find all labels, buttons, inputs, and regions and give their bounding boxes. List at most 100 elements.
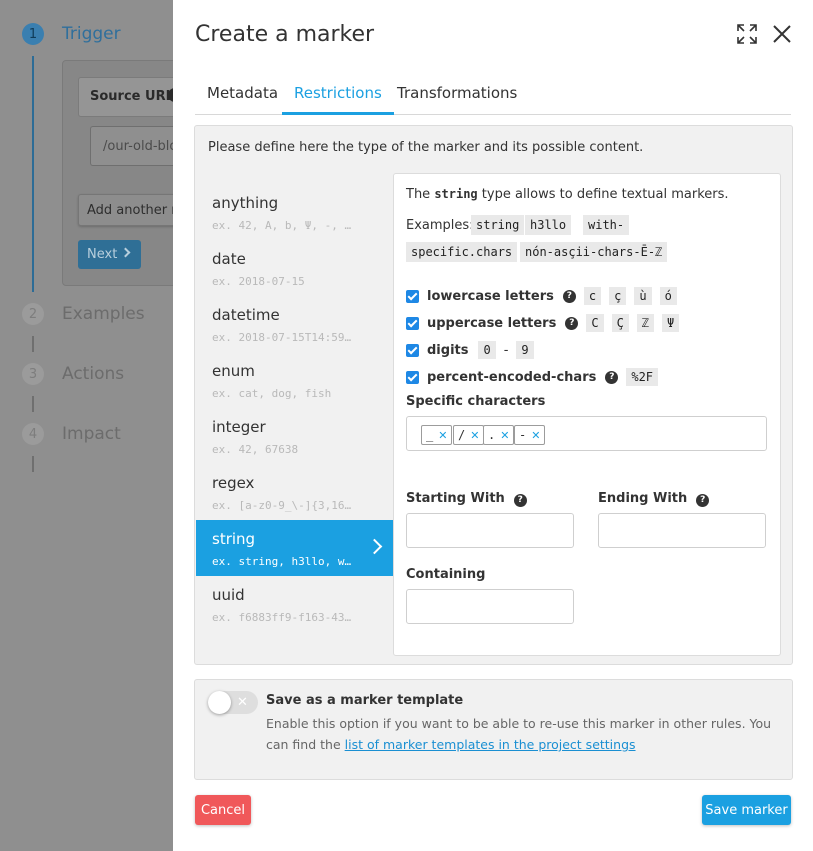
step-connector [32,396,34,412]
help-icon[interactable]: ? [696,494,710,507]
char-chip: ó [659,287,677,305]
percent-encoded-label: percent-encoded-chars [427,369,597,385]
next-button[interactable]: Next [78,240,141,269]
intro-text: The [406,187,435,202]
type-item-string[interactable]: string ex. string, h3llo, w… [196,520,393,576]
char-chip: 0 [478,341,496,359]
save-marker-button[interactable]: Save marker [702,795,791,825]
template-title: Save as a marker template [266,693,464,708]
type-item-datetime[interactable]: datetime ex. 2018-07-15T14:59… [196,296,393,352]
remove-tag-icon[interactable]: ✕ [500,429,509,442]
type-name: enum [212,362,255,380]
close-icon[interactable] [771,23,793,45]
type-example: ex. f6883ff9-f163-43… [212,611,352,624]
wizard-step-examples[interactable]: 2 Examples [22,303,145,325]
add-another-label: Add another re [87,203,185,218]
examples-label: Examples: [406,218,474,233]
modal-tabs: Metadata Restrictions Transformations [195,80,791,115]
type-name: uuid [212,586,245,604]
step-number: 3 [22,363,44,385]
tag-value: _ [426,428,434,442]
step-number: 1 [22,23,44,45]
restrictions-description: Please define here the type of the marke… [208,140,644,155]
remove-tag-icon[interactable]: ✕ [470,429,479,442]
uppercase-checkbox[interactable] [406,316,419,330]
lowercase-row: lowercase letters ? c ç ù ó [406,285,685,307]
restrictions-panel: Please define here the type of the marke… [194,125,793,665]
char-tag: . ✕ [483,425,515,445]
marker-template-section: ✕ Save as a marker template Enable this … [194,679,793,780]
remove-tag-icon[interactable]: ✕ [531,429,540,442]
intro-text: type allows to define textual markers. [477,187,729,202]
containing-input[interactable] [406,589,574,624]
chevron-right-icon [120,247,131,258]
digits-checkbox[interactable] [406,343,419,357]
type-example: ex. [a-z0-9_\-]{3,16… [212,499,352,512]
specific-characters-label: Specific characters [406,394,546,409]
type-item-uuid[interactable]: uuid ex. f6883ff9-f163-43… [196,576,393,632]
example-chip: h3llo [525,215,572,235]
help-icon[interactable]: ? [565,316,579,330]
help-icon[interactable]: ? [562,289,576,303]
remove-tag-icon[interactable]: ✕ [438,429,447,442]
step-label: Impact [62,424,121,444]
wizard-step-impact[interactable]: 4 Impact [22,423,121,445]
save-template-toggle[interactable]: ✕ [208,691,258,714]
ending-with-input[interactable] [598,513,766,548]
help-icon[interactable]: ? [513,494,527,507]
char-tag: / ✕ [453,425,485,445]
uppercase-row: uppercase letters ? C Ç ℤ Ψ [406,312,687,334]
lowercase-label: lowercase letters [427,288,554,304]
expand-icon[interactable] [736,23,758,45]
char-chip: %2F [626,368,659,386]
digits-label: digits [427,342,469,358]
step-number: 4 [22,423,44,445]
type-list: anything ex. 42, A, b, Ψ, -, … date ex. … [196,184,393,632]
type-item-integer[interactable]: integer ex. 42, 67638 [196,408,393,464]
type-name: integer [212,418,266,436]
step-connector [32,336,34,352]
starting-with-input[interactable] [406,513,574,548]
char-tag: _ ✕ [421,425,453,445]
type-name: date [212,250,246,268]
tab-metadata[interactable]: Metadata [195,84,290,115]
type-example: ex. 2018-07-15T14:59… [212,331,352,344]
step-connector [32,56,34,292]
tab-transformations[interactable]: Transformations [385,84,529,115]
example-chip: specific.chars [406,242,518,262]
example-chip: string [471,215,525,235]
specific-characters-input[interactable]: _ ✕ / ✕ . ✕ - ✕ [406,416,767,451]
char-chip: ℤ [636,314,655,332]
char-chip: Ç [611,314,629,332]
uppercase-label: uppercase letters [427,315,557,331]
starting-with-label: Starting With? [406,491,535,507]
ending-with-text: Ending With [598,491,688,506]
step-label: Actions [62,364,125,384]
char-chip: 9 [516,341,534,359]
type-item-regex[interactable]: regex ex. [a-z0-9_\-]{3,16… [196,464,393,520]
type-intro: The string type allows to define textual… [406,187,729,202]
cancel-button[interactable]: Cancel [195,795,251,825]
tab-restrictions[interactable]: Restrictions [282,84,394,115]
tag-value: . [488,428,496,442]
help-icon[interactable]: ? [605,370,619,384]
percent-encoded-row: percent-encoded-chars ? %2F [406,366,666,388]
type-example: ex. 2018-07-15 [212,275,305,288]
ending-with-label: Ending With? [598,491,717,507]
type-item-anything[interactable]: anything ex. 42, A, b, Ψ, -, … [196,184,393,240]
containing-label: Containing [406,567,486,582]
type-item-enum[interactable]: enum ex. cat, dog, fish [196,352,393,408]
digits-row: digits 0 - 9 [406,339,542,361]
tag-value: / [458,428,466,442]
wizard-step-trigger[interactable]: 1 Trigger [22,23,121,45]
step-label: Trigger [62,24,121,44]
type-name: regex [212,474,255,492]
source-url-label: Source URL [90,89,174,104]
next-label: Next [87,247,118,262]
marker-templates-link[interactable]: list of marker templates in the project … [345,737,636,752]
lowercase-checkbox[interactable] [406,289,419,303]
char-tag: - ✕ [514,425,546,445]
type-item-date[interactable]: date ex. 2018-07-15 [196,240,393,296]
wizard-step-actions[interactable]: 3 Actions [22,363,124,385]
percent-encoded-checkbox[interactable] [406,370,419,384]
